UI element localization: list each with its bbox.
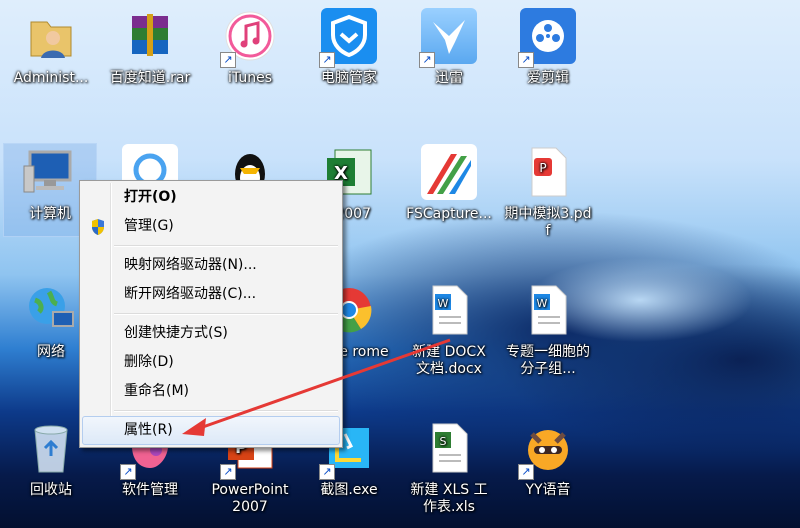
annotation-arrow <box>182 338 451 436</box>
desktop[interactable]: Administ... 百度知道.rar ↗ iTunes ↗ 电脑管家 ↗ 迅… <box>0 0 800 528</box>
